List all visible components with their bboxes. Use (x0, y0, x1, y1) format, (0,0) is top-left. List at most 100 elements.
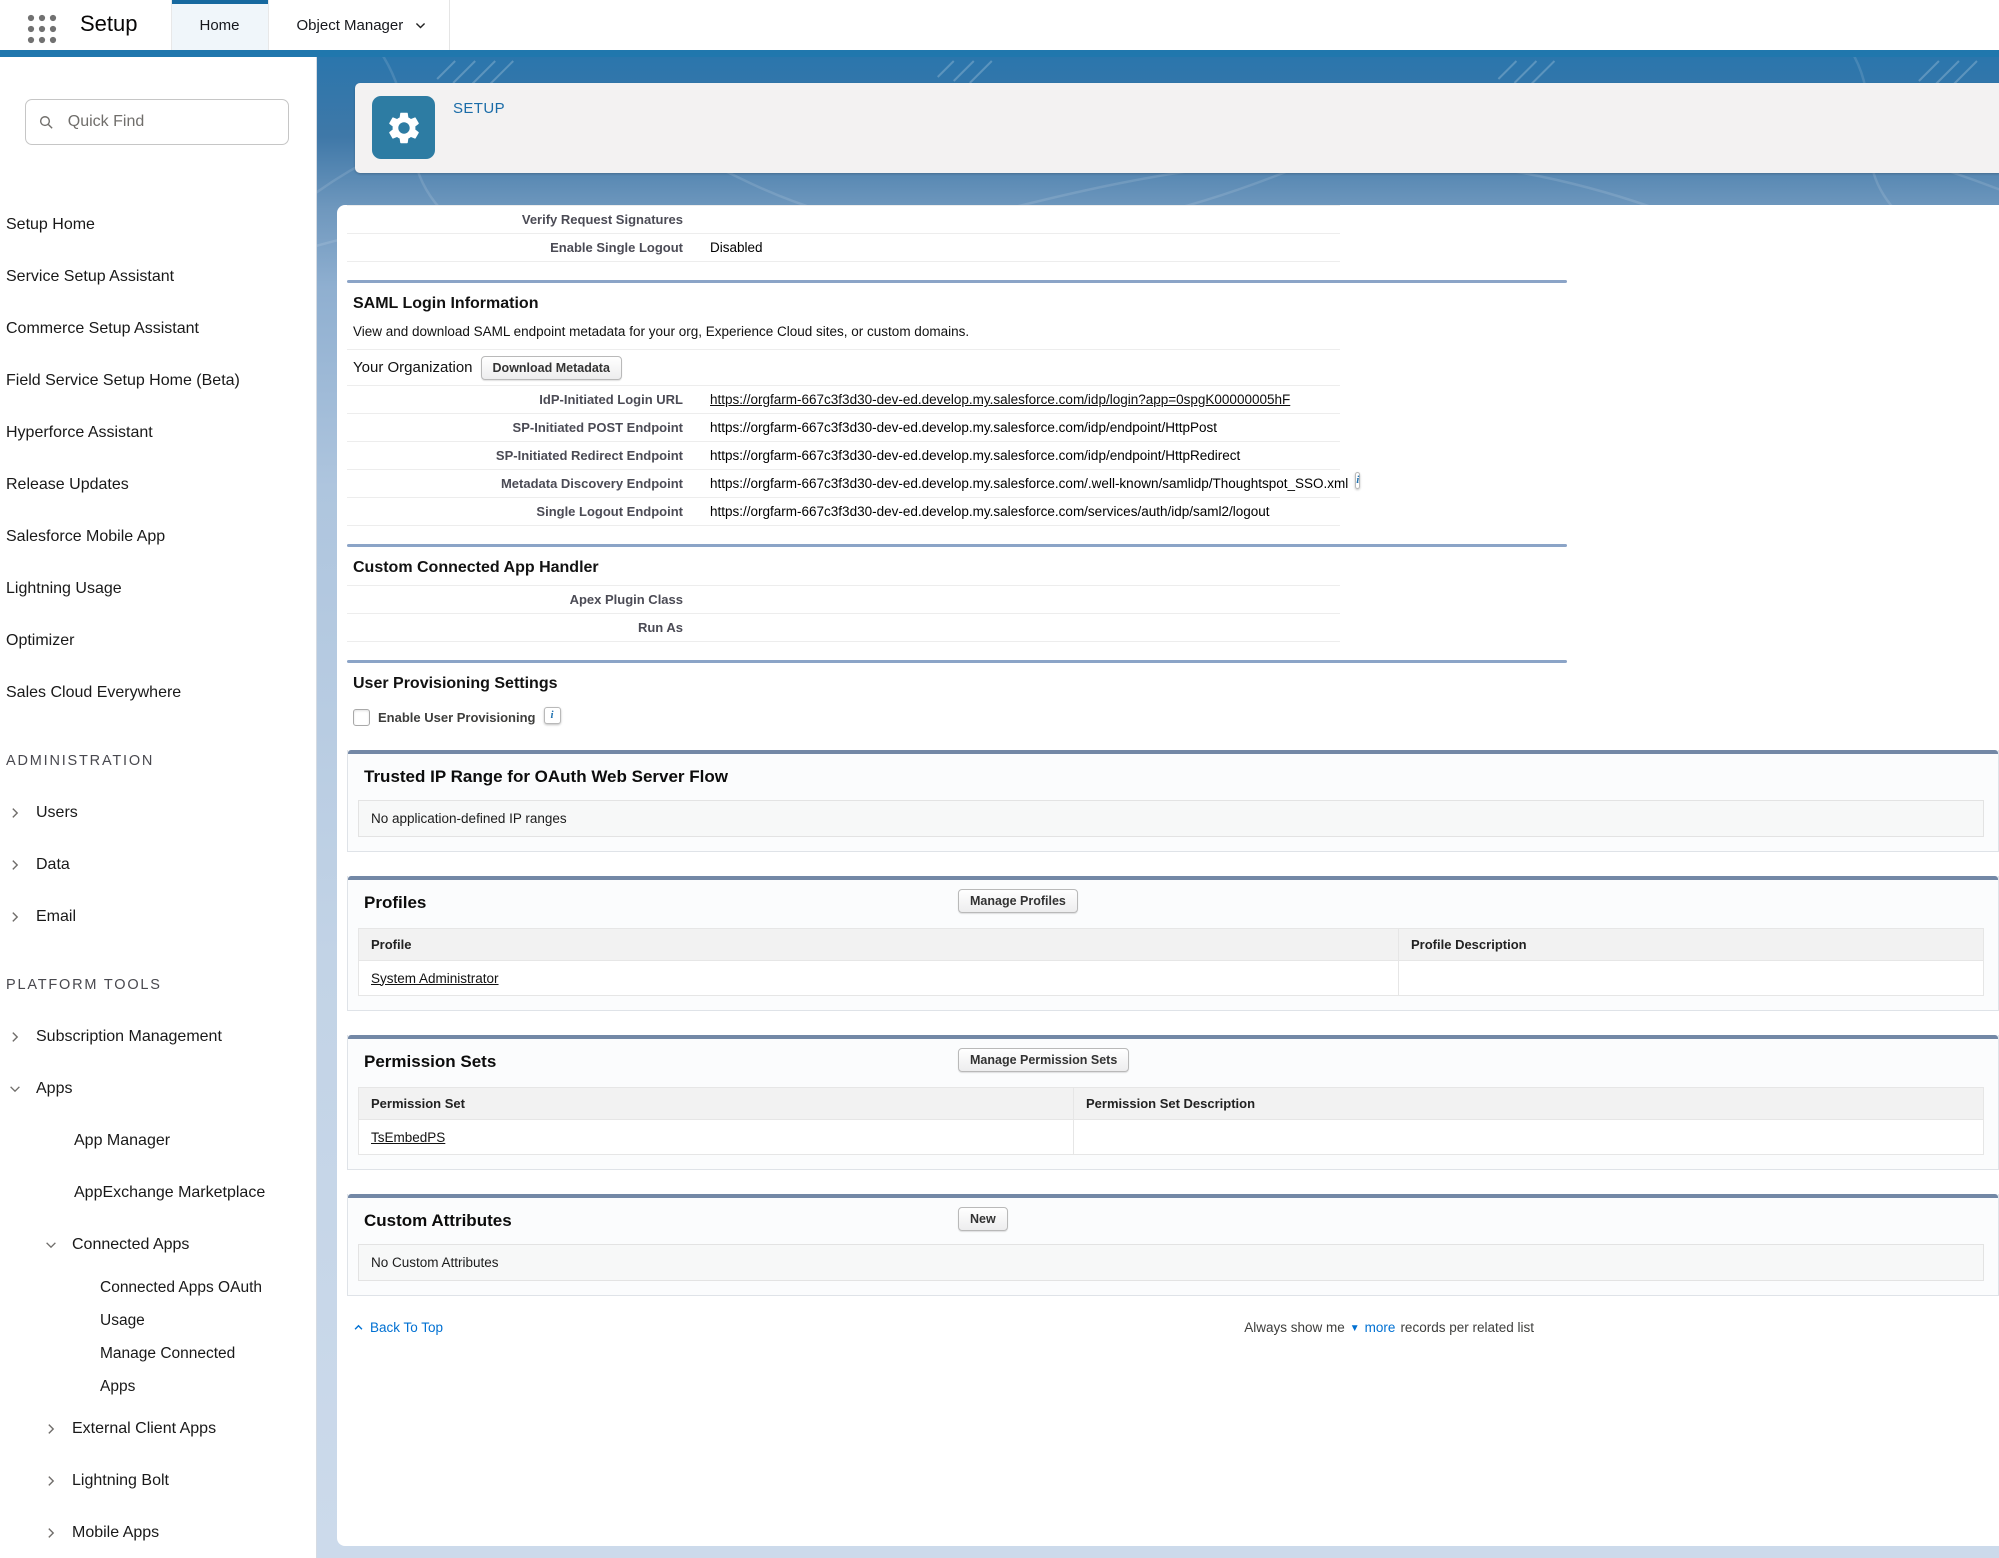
sidebar-item-label: Subscription Management (36, 1028, 222, 1046)
profiles-related-list: Profiles Manage Profiles Profile Profile… (347, 876, 1999, 1011)
info-icon[interactable]: i (544, 707, 561, 724)
sidebar-item-label: Manage Connected Apps (100, 1337, 274, 1403)
sidebar-item-release-updates[interactable]: Release Updates (0, 459, 316, 511)
detail-value: https://orgfarm-667c3f3d30-dev-ed.develo… (683, 476, 1348, 491)
custom-attributes-header: Custom Attributes New (348, 1198, 1998, 1244)
sidebar-item-label: App Manager (74, 1132, 170, 1150)
records-per-list-control: Always show me ▼ more records per relate… (1244, 1320, 1534, 1335)
setup-gear-tile (372, 96, 435, 159)
detail-label: Run As (347, 620, 683, 635)
sidebar-item-label: Lightning Usage (6, 580, 122, 598)
chevron-right-icon (44, 1474, 58, 1488)
sidebar-item-lightning-bolt[interactable]: Lightning Bolt (0, 1455, 316, 1507)
trusted-ip-header: Trusted IP Range for OAuth Web Server Fl… (348, 754, 1998, 800)
salesforce-setup-page: Setup Home Object Manager Se (0, 0, 1999, 1558)
sidebar-item-mobile-apps[interactable]: Mobile Apps (0, 1507, 316, 1558)
sidebar-item-label: Field Service Setup Home (Beta) (6, 372, 240, 390)
enable-user-provisioning-row: Enable User Provisioning i (353, 709, 1999, 726)
detail-row: SP-Initiated Redirect Endpointhttps://or… (347, 442, 1340, 470)
sidebar-item-sales-cloud-everywhere[interactable]: Sales Cloud Everywhere (0, 667, 316, 719)
column-header-profile-description: Profile Description (1399, 929, 1984, 961)
global-header: Setup Home Object Manager (0, 0, 1999, 50)
chevron-right-icon (8, 806, 22, 820)
sidebar-item-field-service-setup-home-beta[interactable]: Field Service Setup Home (Beta) (0, 355, 316, 407)
profile-link[interactable]: System Administrator (371, 971, 499, 986)
related-lists-footer: Back To Top Always show me ▼ more record… (353, 1320, 1999, 1335)
new-custom-attribute-button[interactable]: New (958, 1207, 1008, 1231)
sidebar-item-lightning-usage[interactable]: Lightning Usage (0, 563, 316, 615)
detail-label: Metadata Discovery Endpoint (347, 476, 683, 491)
brand-color-bar (0, 50, 1999, 57)
chevron-right-icon (8, 858, 22, 872)
detail-row: Run As (347, 614, 1340, 642)
sidebar-item-app-manager[interactable]: App Manager (0, 1115, 316, 1167)
request-settings-table: Verify Request Signatures Enable Single L… (347, 205, 1340, 262)
sidebar-item-subscription-management[interactable]: Subscription Management (0, 1011, 316, 1063)
sidebar-nav: Setup HomeService Setup AssistantCommerc… (0, 199, 316, 1558)
enable-user-provisioning-checkbox[interactable] (353, 709, 370, 726)
chevron-right-icon (44, 1422, 58, 1436)
user-provisioning-title: User Provisioning Settings (353, 675, 1999, 693)
chevron-right-icon (8, 910, 22, 924)
column-header-profile: Profile (359, 929, 1399, 961)
saml-login-description: View and download SAML endpoint metadata… (353, 324, 1999, 339)
permission-set-description-cell (1074, 1120, 1984, 1155)
sidebar-item-label: Connected Apps (72, 1236, 189, 1254)
custom-attributes-related-list: Custom Attributes New No Custom Attribut… (347, 1194, 1999, 1296)
manage-permission-sets-button[interactable]: Manage Permission Sets (958, 1048, 1129, 1072)
permission-sets-title: Permission Sets (364, 1052, 496, 1072)
more-records-link[interactable]: more (1365, 1320, 1396, 1335)
manage-profiles-button[interactable]: Manage Profiles (958, 889, 1078, 913)
detail-label: Apex Plugin Class (347, 592, 683, 607)
sidebar-item-service-setup-assistant[interactable]: Service Setup Assistant (0, 251, 316, 303)
trusted-ip-title: Trusted IP Range for OAuth Web Server Fl… (364, 767, 728, 787)
permission-sets-table-wrap: Permission Set Permission Set Descriptio… (358, 1087, 1984, 1155)
sidebar-item-external-client-apps[interactable]: External Client Apps (0, 1403, 316, 1455)
sidebar-item-label: Release Updates (6, 476, 129, 494)
quick-find-input[interactable] (66, 112, 275, 132)
table-row: System Administrator (359, 961, 1984, 996)
sidebar-item-setup-home[interactable]: Setup Home (0, 199, 316, 251)
tab-object-manager[interactable]: Object Manager (269, 0, 451, 50)
app-launcher-waffle-icon[interactable] (25, 12, 59, 46)
sidebar-item-commerce-setup-assistant[interactable]: Commerce Setup Assistant (0, 303, 316, 355)
sidebar-item-hyperforce-assistant[interactable]: Hyperforce Assistant (0, 407, 316, 459)
setup-sidebar: Setup HomeService Setup AssistantCommerc… (0, 57, 317, 1558)
triangle-down-icon[interactable]: ▼ (1350, 1323, 1360, 1334)
saml-endpoints-table: IdP-Initiated Login URLhttps://orgfarm-6… (347, 385, 1340, 526)
sidebar-item-manage-connected-apps[interactable]: Manage Connected Apps (0, 1337, 316, 1403)
download-metadata-button[interactable]: Download Metadata (481, 356, 622, 380)
sidebar-item-connected-apps-oauth-usage[interactable]: Connected Apps OAuth Usage (0, 1271, 316, 1337)
profiles-table-wrap: Profile Profile Description System Admin… (358, 928, 1984, 996)
sidebar-section-platform-tools: PLATFORM TOOLS (0, 959, 316, 1011)
sidebar-item-connected-apps[interactable]: Connected Apps (0, 1219, 316, 1271)
quick-find-box[interactable] (25, 99, 289, 145)
sidebar-item-data[interactable]: Data (0, 839, 316, 891)
sidebar-item-label: Apps (36, 1080, 72, 1098)
section-divider (347, 280, 1567, 283)
permission-sets-related-list: Permission Sets Manage Permission Sets P… (347, 1035, 1999, 1170)
detail-row: Enable Single LogoutDisabled (347, 234, 1340, 262)
detail-label: Enable Single Logout (347, 240, 683, 255)
detail-label: Verify Request Signatures (347, 212, 683, 227)
detail-row: IdP-Initiated Login URLhttps://orgfarm-6… (347, 386, 1340, 414)
back-to-top-link[interactable]: Back To Top (353, 1320, 443, 1335)
sidebar-item-salesforce-mobile-app[interactable]: Salesforce Mobile App (0, 511, 316, 563)
endpoint-link[interactable]: https://orgfarm-667c3f3d30-dev-ed.develo… (683, 392, 1290, 407)
sidebar-item-apps[interactable]: Apps (0, 1063, 316, 1115)
permission-set-link[interactable]: TsEmbedPS (371, 1130, 445, 1145)
sidebar-item-optimizer[interactable]: Optimizer (0, 615, 316, 667)
trusted-ip-range-section: Trusted IP Range for OAuth Web Server Fl… (347, 750, 1999, 852)
chevron-down-icon (44, 1238, 58, 1252)
sidebar-item-email[interactable]: Email (0, 891, 316, 943)
info-icon[interactable]: i (1355, 472, 1360, 489)
tab-object-manager-label: Object Manager (297, 17, 404, 34)
back-to-top-label: Back To Top (370, 1320, 443, 1335)
sidebar-item-users[interactable]: Users (0, 787, 316, 839)
sidebar-item-appexchange-marketplace[interactable]: AppExchange Marketplace (0, 1167, 316, 1219)
custom-handler-title: Custom Connected App Handler (353, 559, 1999, 577)
gear-icon (385, 109, 423, 147)
tab-home[interactable]: Home (171, 0, 269, 50)
global-tab-bar: Home Object Manager (171, 0, 451, 50)
sidebar-item-label: Sales Cloud Everywhere (6, 684, 181, 702)
